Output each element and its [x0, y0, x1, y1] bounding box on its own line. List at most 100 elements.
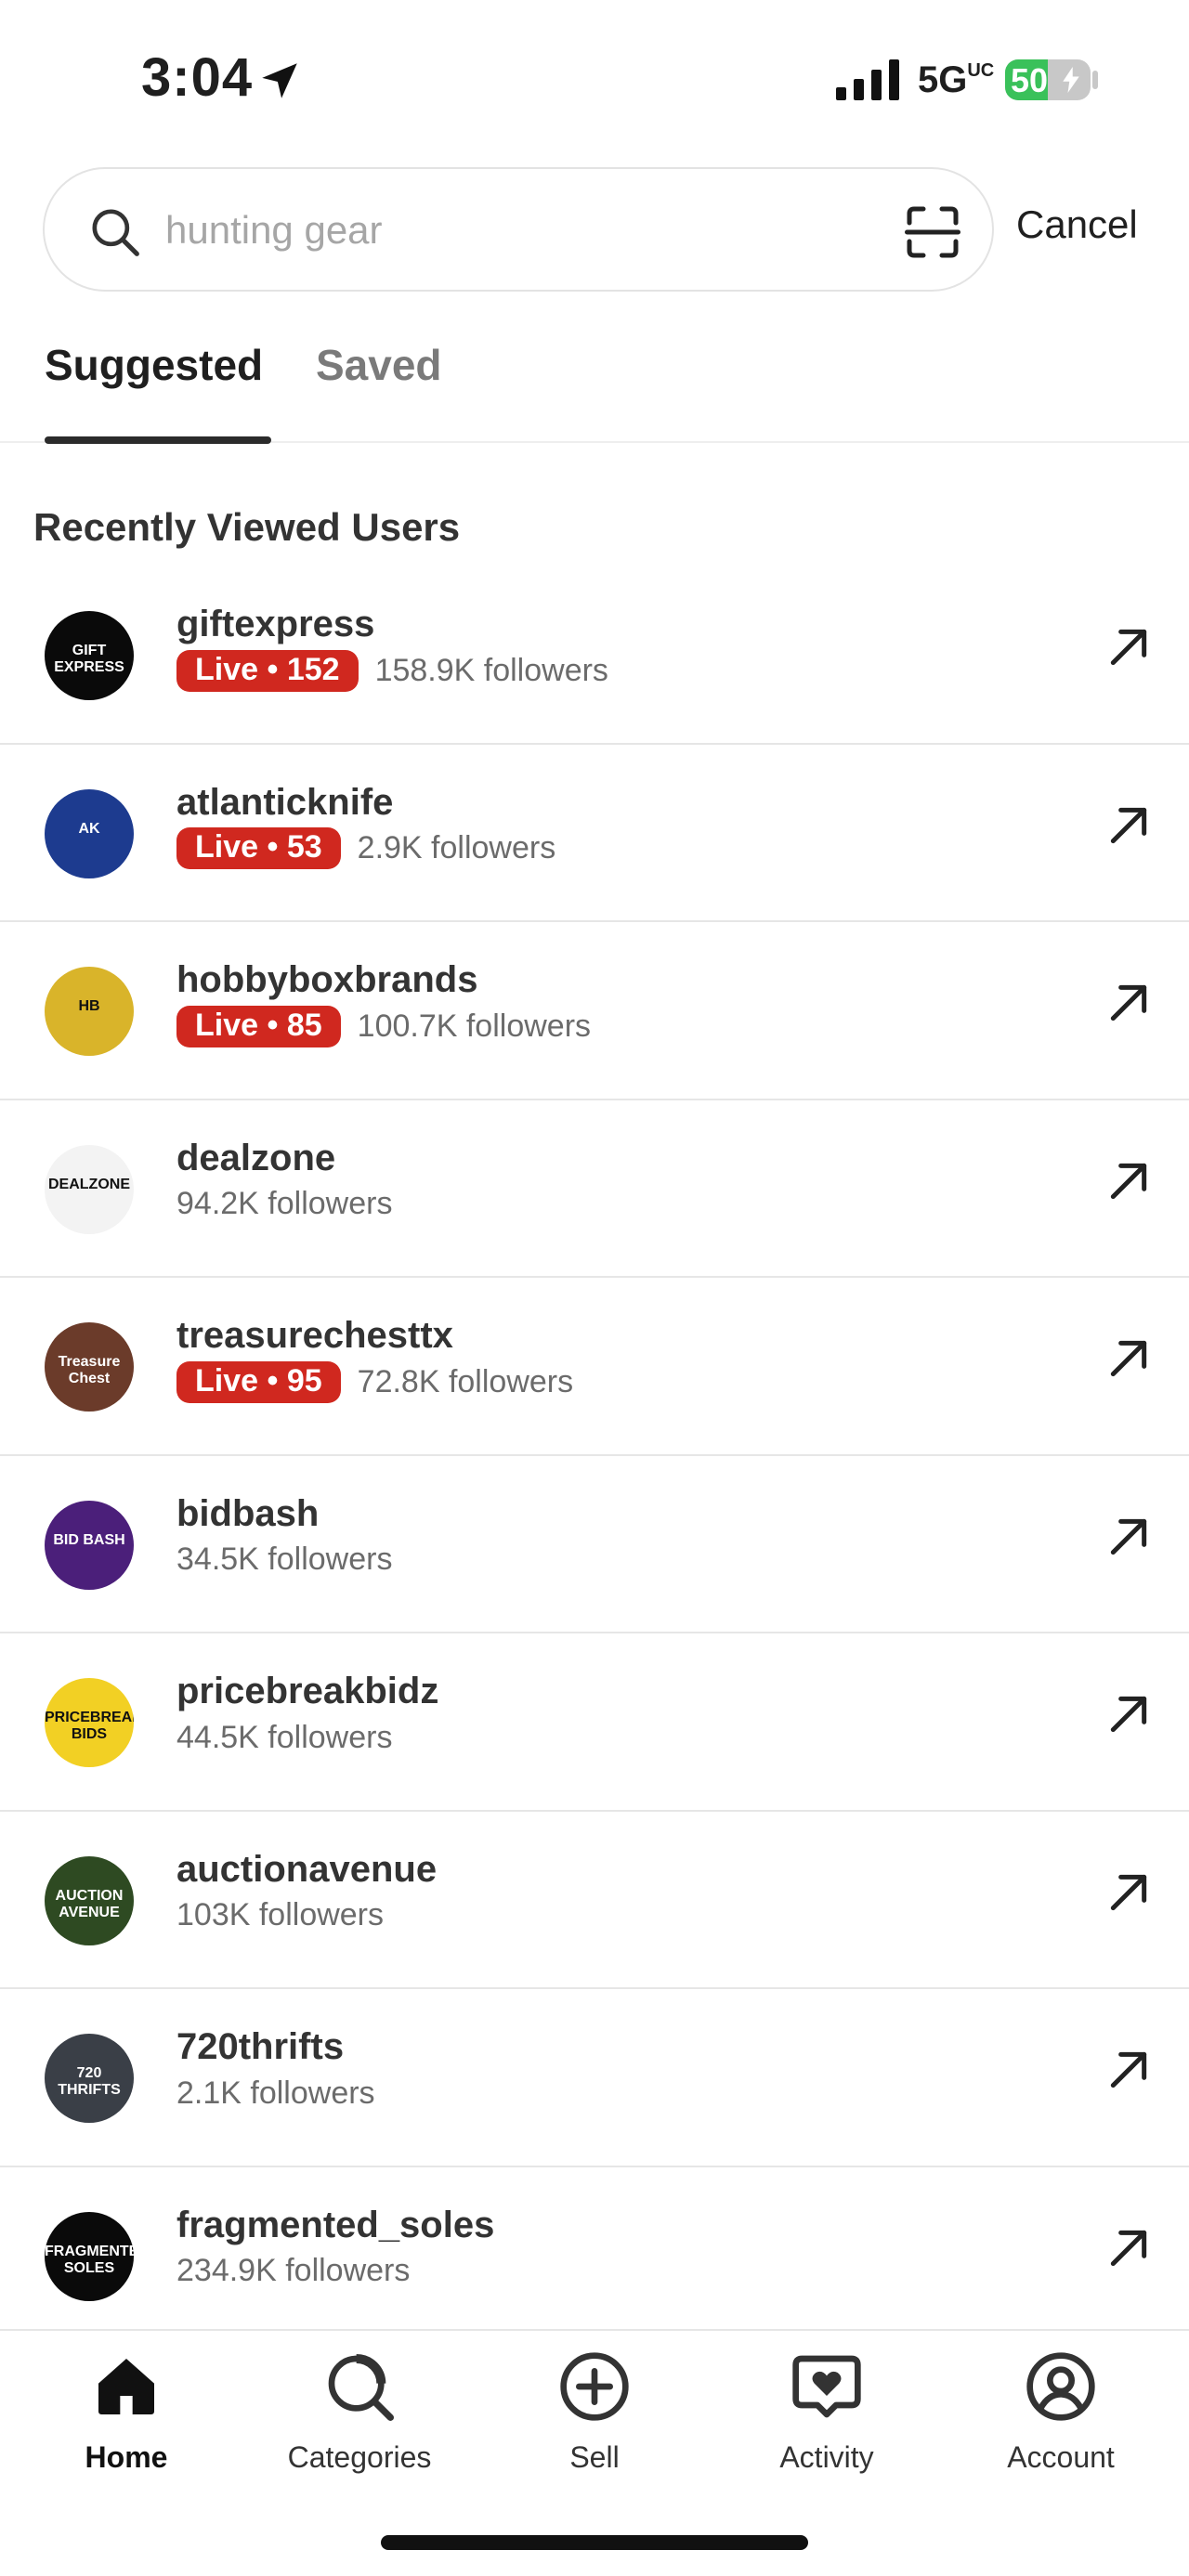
user-meta: Live • 53 2.9K followers — [176, 827, 556, 869]
avatar-logo-text: FRAGMENTED SOLES — [45, 2243, 134, 2276]
signal-bars-icon — [836, 59, 899, 100]
user-avatar: BID BASH — [45, 1500, 134, 1590]
live-badge: Live • 152 — [176, 649, 359, 692]
avatar-logo-text: GIFT EXPRESS — [54, 643, 124, 675]
user-row[interactable]: AUCTION AVENUE auctionavenue 103K follower… — [0, 1812, 1189, 1989]
search-input[interactable] — [165, 195, 890, 266]
open-arrow-icon[interactable] — [1105, 802, 1152, 849]
active-tab-indicator — [45, 436, 271, 444]
username: bidbash — [176, 1492, 320, 1534]
nav-activity-label: Activity — [779, 2440, 874, 2474]
follower-count: 100.7K followers — [357, 1008, 592, 1044]
user-meta: Live • 95 72.8K followers — [176, 1360, 574, 1403]
user-avatar: AUCTION AVENUE — [45, 1855, 134, 1945]
open-arrow-icon[interactable] — [1105, 1869, 1152, 1916]
username: 720thrifts — [176, 2026, 345, 2067]
user-meta: Live • 85 100.7K followers — [176, 1005, 592, 1047]
open-arrow-icon[interactable] — [1105, 1335, 1152, 1382]
cancel-button[interactable]: Cancel — [1016, 202, 1138, 247]
open-arrow-icon[interactable] — [1105, 1514, 1152, 1560]
battery-nub — [1092, 71, 1098, 89]
charging-bolt-icon — [1063, 67, 1079, 93]
avatar-logo-text: HB — [78, 998, 100, 1014]
avatar-logo-text: AK — [78, 820, 100, 837]
follower-count: 103K followers — [176, 1897, 385, 1932]
location-arrow-icon — [262, 63, 297, 98]
user-row[interactable]: GIFT EXPRESS giftexpress Live • 152 158.9K … — [0, 566, 1189, 745]
recently-viewed-users-list: GIFT EXPRESS giftexpress Live • 152 158.9K … — [0, 566, 1189, 2345]
nav-home-label: Home — [85, 2440, 168, 2474]
nav-account-label: Account — [1007, 2440, 1115, 2474]
battery-level: 50 — [1011, 61, 1049, 99]
user-meta: Live • 152 158.9K followers — [176, 649, 608, 692]
scan-icon[interactable] — [905, 204, 960, 260]
user-meta: 44.5K followers — [176, 1717, 392, 1758]
tab-saved[interactable]: Saved — [316, 340, 442, 390]
user-avatar: 720 THRIFTS — [45, 2034, 134, 2123]
nav-home[interactable]: Home — [24, 2349, 229, 2475]
user-meta: 2.1K followers — [176, 2073, 375, 2114]
live-badge: Live • 95 — [176, 1360, 341, 1403]
search-screen: 3:04 5GUC 50 Cancel — [0, 0, 1189, 2576]
nav-sell-label: Sell — [569, 2440, 620, 2474]
tab-suggested[interactable]: Suggested — [45, 340, 263, 390]
user-row[interactable]: HB hobbyboxbrands Live • 85 100.7K follower… — [0, 922, 1189, 1100]
follower-count: 72.8K followers — [357, 1363, 574, 1399]
nav-categories[interactable]: Categories — [257, 2349, 462, 2475]
follower-count: 2.9K followers — [357, 830, 556, 865]
user-avatar: GIFT EXPRESS — [45, 611, 134, 700]
open-arrow-icon[interactable] — [1105, 980, 1152, 1026]
status-time: 3:04 — [141, 47, 254, 108]
open-arrow-icon[interactable] — [1105, 624, 1152, 670]
username: hobbyboxbrands — [176, 959, 478, 1000]
battery-indicator: 50 — [1005, 59, 1091, 100]
follower-count: 44.5K followers — [176, 1719, 393, 1755]
username: dealzone — [176, 1137, 336, 1178]
home-icon — [98, 2359, 154, 2414]
sell-plus-icon — [560, 2352, 629, 2421]
home-indicator — [381, 2535, 808, 2550]
user-avatar: AK — [45, 788, 134, 878]
user-row[interactable]: DEALZONE dealzone 94.2K followers — [0, 1100, 1189, 1278]
user-meta: 94.2K followers — [176, 1184, 392, 1225]
open-arrow-icon[interactable] — [1105, 1691, 1152, 1737]
user-avatar: HB — [45, 967, 134, 1056]
account-icon — [1026, 2352, 1095, 2421]
user-row[interactable]: PRICEBREAK BIDS pricebreakbidz 44.5K follo… — [0, 1633, 1189, 1812]
open-arrow-icon[interactable] — [1105, 2047, 1152, 2093]
user-avatar: FRAGMENTED SOLES — [45, 2211, 134, 2301]
search-icon — [92, 209, 139, 256]
follower-count: 2.1K followers — [176, 2075, 375, 2111]
section-title: Recently Viewed Users — [33, 505, 461, 549]
avatar-logo-text: Treasure Chest — [58, 1354, 121, 1386]
search-bar[interactable] — [43, 167, 994, 292]
user-row[interactable]: Treasure Chest treasurechesttx Live • 95 72… — [0, 1278, 1189, 1456]
user-row[interactable]: AK atlanticknife Live • 53 2.9K followers — [0, 745, 1189, 922]
nav-account[interactable]: Account — [959, 2349, 1163, 2475]
user-avatar: DEALZONE — [45, 1144, 134, 1234]
user-row[interactable]: FRAGMENTED SOLES fragmented_soles 234.9K f… — [0, 2167, 1189, 2345]
user-avatar: PRICEBREAK BIDS — [45, 1678, 134, 1767]
nav-categories-label: Categories — [287, 2440, 432, 2474]
avatar-logo-text: PRICEBREAK BIDS — [45, 1710, 134, 1742]
follower-count: 34.5K followers — [176, 1542, 393, 1577]
activity-heart-icon — [792, 2355, 861, 2418]
username: giftexpress — [176, 604, 375, 644]
username: fragmented_soles — [176, 2204, 495, 2245]
username: auctionavenue — [176, 1848, 438, 1890]
user-avatar: Treasure Chest — [45, 1322, 134, 1412]
user-row[interactable]: 720 THRIFTS 720thrifts 2.1K followers — [0, 1989, 1189, 2167]
nav-activity[interactable]: Activity — [725, 2349, 929, 2475]
username: treasurechesttx — [176, 1315, 453, 1356]
user-meta: 234.9K followers — [176, 2251, 410, 2292]
nav-sell[interactable]: Sell — [492, 2349, 697, 2475]
open-arrow-icon[interactable] — [1105, 2225, 1152, 2271]
live-badge: Live • 85 — [176, 1005, 341, 1047]
user-meta: 34.5K followers — [176, 1540, 392, 1581]
follower-count: 94.2K followers — [176, 1186, 393, 1221]
open-arrow-icon[interactable] — [1105, 1158, 1152, 1204]
user-meta: 103K followers — [176, 1895, 384, 1936]
avatar-logo-text: BID BASH — [53, 1531, 125, 1548]
live-badge: Live • 53 — [176, 827, 341, 869]
user-row[interactable]: BID BASH bidbash 34.5K followers — [0, 1456, 1189, 1633]
